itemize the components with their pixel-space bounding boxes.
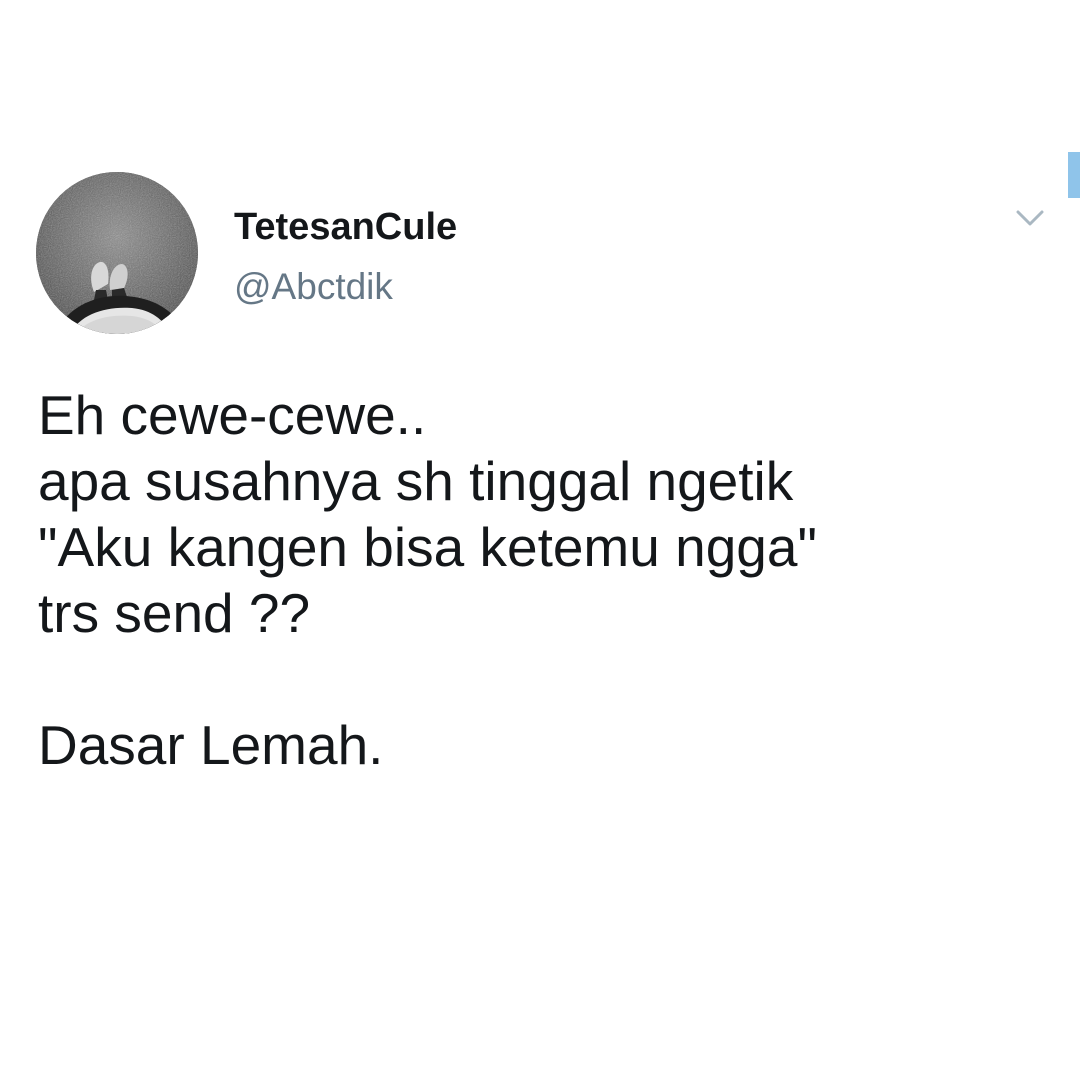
tweet-card: TetesanCule @Abctdik Eh cewe-cewe.. apa … <box>0 0 1080 1080</box>
chevron-down-icon[interactable] <box>1010 198 1050 238</box>
scroll-indicator <box>1068 152 1080 198</box>
avatar-image <box>36 172 198 334</box>
user-handle[interactable]: @Abctdik <box>234 263 393 311</box>
avatar[interactable] <box>36 172 198 334</box>
tweet-text: Eh cewe-cewe.. apa susahnya sh tinggal n… <box>38 384 817 776</box>
display-name[interactable]: TetesanCule <box>234 203 457 251</box>
